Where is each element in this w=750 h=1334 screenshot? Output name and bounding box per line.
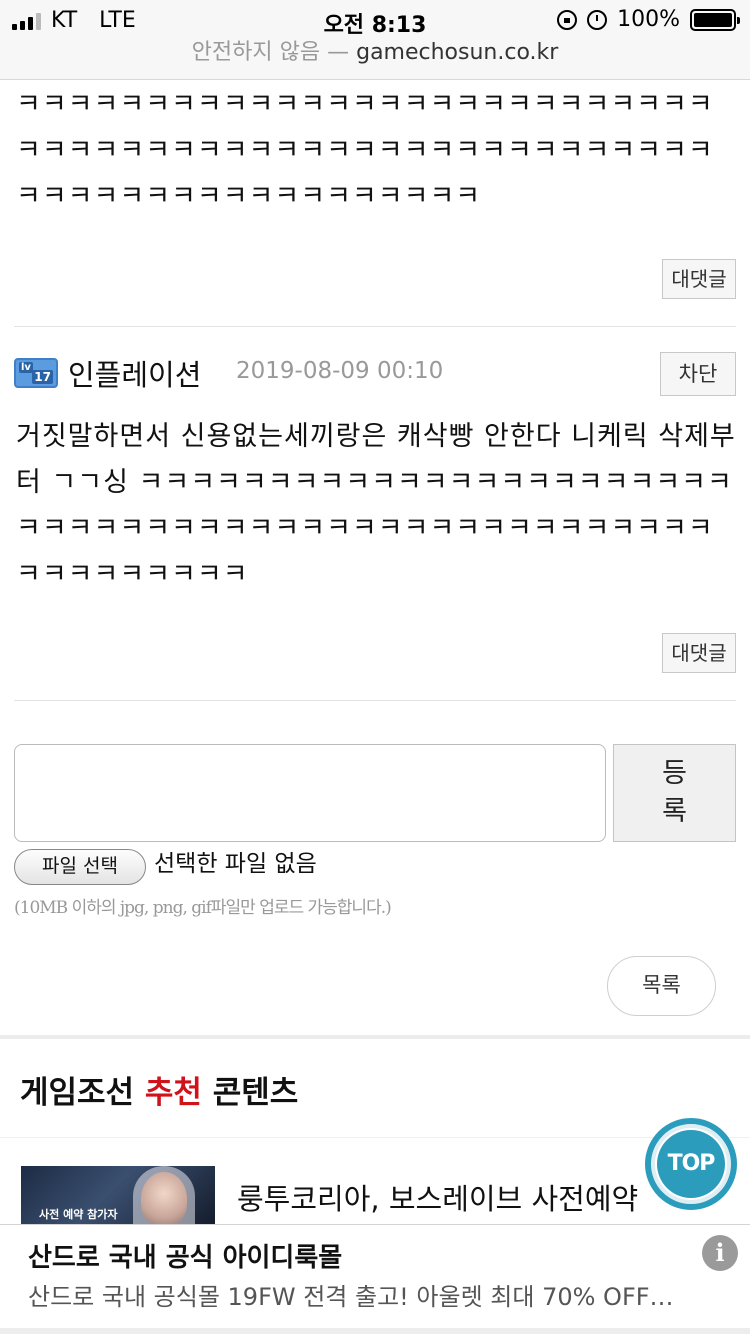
comment-divider [14, 326, 736, 327]
alarm-icon [587, 9, 608, 30]
level-prefix: lv [19, 362, 33, 373]
ad-banner[interactable]: 산드로 국내 공식 아이디룩몰 산드로 국내 공식몰 19FW 전격 출고! 아… [0, 1224, 750, 1334]
recommend-section-header: 게임조선 추천 콘텐츠 [0, 1039, 750, 1137]
submit-button-label: 등록 [662, 758, 687, 827]
section-title-prefix: 게임조선 [20, 1075, 145, 1111]
comment-text: ㅋㅋㅋㅋㅋㅋㅋㅋㅋㅋㅋㅋㅋㅋㅋㅋㅋㅋㅋㅋㅋㅋㅋㅋㅋㅋㅋㅋㅋㅋㅋㅋㅋㅋㅋㅋㅋㅋㅋㅋ… [16, 89, 714, 212]
status-bar: KT LTE 오전 8:13 100% [0, 0, 750, 40]
security-warning: 안전하지 않음 — [191, 40, 350, 65]
thumbnail-face [141, 1172, 187, 1226]
comment-textarea[interactable] [14, 744, 606, 842]
scroll-top-label: TOP [657, 1130, 725, 1198]
thumbnail-caption: 사전 예약 참가자 [39, 1208, 118, 1221]
battery-icon [690, 8, 740, 31]
comment-text: 거짓말하면서 신용없는세끼랑은 캐삭빵 안한다 니케릭 삭제부터 ㄱㄱ싱 ㅋㅋㅋ… [16, 421, 736, 590]
section-title-suffix: 콘텐츠 [201, 1075, 299, 1111]
submit-button[interactable]: 등록 [613, 744, 736, 842]
section-title-highlight: 추천 [144, 1075, 202, 1111]
comment-date: 2019-08-09 00:10 [236, 358, 444, 384]
orientation-lock-icon [557, 9, 578, 30]
bottom-divider [0, 1328, 750, 1334]
reply-button[interactable]: 대댓글 [662, 259, 736, 299]
file-select-button[interactable]: 파일 선택 [14, 849, 146, 885]
file-upload-note: (10MB 이하의 jpg, png, gif파일만 업로드 가능합니다.) [14, 898, 392, 918]
url-bar[interactable]: 안전하지 않음 — gamechosun.co.kr [0, 40, 750, 80]
recommend-thumbnail[interactable]: 사전 예약 참가자 [21, 1166, 215, 1226]
level-badge-icon: lv 17 [14, 358, 58, 388]
file-status: 선택한 파일 없음 [154, 851, 317, 877]
status-bar-right: 100% [557, 7, 740, 32]
section-title: 게임조선 추천 콘텐츠 [20, 1067, 298, 1112]
ad-title: 산드로 국내 공식 아이디룩몰 [28, 1243, 343, 1273]
scroll-top-button[interactable]: TOP [645, 1118, 737, 1210]
reply-button[interactable]: 대댓글 [662, 633, 736, 673]
battery-percent: 100% [617, 7, 680, 32]
comment-author[interactable]: 인플레이션 [68, 352, 201, 394]
comment-header: lv 17 인플레이션 2019-08-09 00:10 차단 [14, 352, 736, 396]
comment-divider [14, 700, 736, 701]
level-number: 17 [32, 370, 53, 384]
block-button[interactable]: 차단 [660, 352, 736, 396]
info-icon[interactable]: i [702, 1235, 738, 1271]
url-domain: gamechosun.co.kr [356, 40, 559, 65]
ad-description: 산드로 국내 공식몰 19FW 전격 출고! 아울렛 최대 70% OFF… [28, 1283, 674, 1311]
list-button[interactable]: 목록 [607, 956, 716, 1016]
